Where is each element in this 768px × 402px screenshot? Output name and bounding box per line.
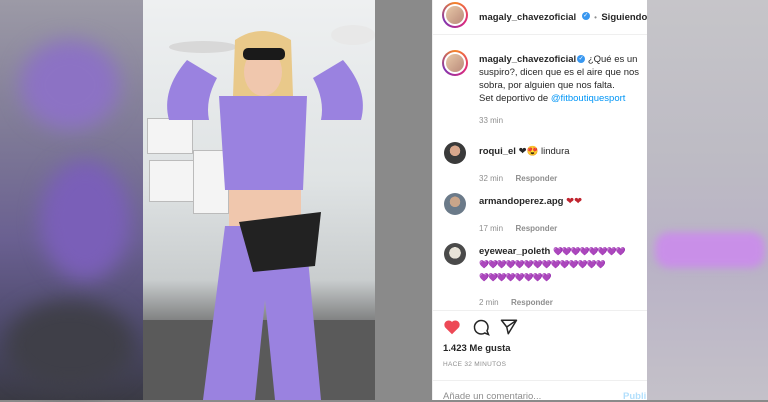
comment-item: eyewear_poleth 💜💜💜💜💜💜💜💜 💜💜💜💜💜💜💜💜💜💜💜💜💜💜 💜…: [479, 245, 649, 310]
avatar[interactable]: [442, 2, 468, 28]
caption-line4: Set deportivo de: [479, 93, 551, 104]
post-timestamp: HACE 32 MINUTOS: [443, 361, 507, 368]
comment-input-bar: Añade un comentario... Publi: [433, 380, 647, 402]
comment-icon[interactable]: [472, 318, 490, 336]
following-button[interactable]: Siguiendo: [601, 12, 647, 23]
like-heart-icon[interactable]: [443, 319, 461, 335]
comment-text: ❤😍 lindura: [518, 146, 570, 157]
header-separator: •: [594, 13, 597, 22]
comment-text: 💜💜💜💜💜💜💜💜: [552, 247, 626, 256]
comment-text-line2: 💜💜💜💜💜💜💜💜💜💜💜💜💜💜: [479, 260, 605, 269]
comment-time: 32 min: [479, 174, 504, 183]
reply-button[interactable]: Responder: [515, 224, 557, 233]
caption-username[interactable]: magaly_chavezoficial: [479, 54, 576, 65]
comment-text: ❤❤: [566, 196, 583, 207]
post-header: magaly_chavezoficial ✓ • Siguiendo: [433, 0, 647, 35]
comment-username[interactable]: eyewear_poleth: [479, 246, 550, 257]
post-photo[interactable]: [143, 0, 375, 400]
post-details-panel: magaly_chavezoficial ✓ • Siguiendo magal…: [432, 0, 649, 402]
verified-badge-icon: ✓: [577, 55, 586, 64]
person-figure: [167, 25, 375, 400]
commenter-avatar[interactable]: [444, 142, 466, 164]
reply-button[interactable]: Responder: [511, 298, 553, 307]
verified-badge-icon: ✓: [581, 11, 590, 20]
blurred-background-right: [645, 0, 768, 400]
caption-line2: suspiro?, dicen que es el aire que nos: [479, 67, 640, 78]
caption: magaly_chavezoficial ✓ ¿Qué es un suspiro…: [479, 53, 643, 125]
comment-item: armandoperez.apg ❤❤ 17 min Responder: [479, 195, 639, 236]
commenter-avatar[interactable]: [444, 243, 466, 265]
caption-line1: ¿Qué es un: [587, 54, 638, 65]
comment-item: roqui_el ❤😍 lindura 32 min Responder: [479, 145, 639, 186]
commenter-avatar[interactable]: [444, 193, 466, 215]
likes-count[interactable]: 1.423 Me gusta: [443, 343, 511, 354]
header-username[interactable]: magaly_chavezoficial: [479, 12, 576, 23]
blurred-background-left: [0, 0, 143, 400]
caption-avatar[interactable]: [442, 50, 468, 76]
share-icon[interactable]: [500, 318, 518, 336]
comment-time: 17 min: [479, 224, 504, 233]
caption-line3: sobra, por alguien que nos falta.: [479, 80, 615, 91]
comment-username[interactable]: armandoperez.apg: [479, 196, 563, 207]
post-actions: [433, 310, 647, 347]
mention-link[interactable]: @fitboutiquesport: [551, 93, 626, 104]
reply-button[interactable]: Responder: [515, 174, 557, 183]
comment-time: 2 min: [479, 298, 499, 307]
caption-time: 33 min: [479, 116, 504, 125]
comment-text-line3: 💜💜💜💜💜💜💜💜: [479, 273, 552, 282]
publish-button[interactable]: Publi: [623, 391, 646, 402]
comment-username[interactable]: roqui_el: [479, 146, 516, 157]
comment-input[interactable]: Añade un comentario...: [443, 391, 541, 402]
